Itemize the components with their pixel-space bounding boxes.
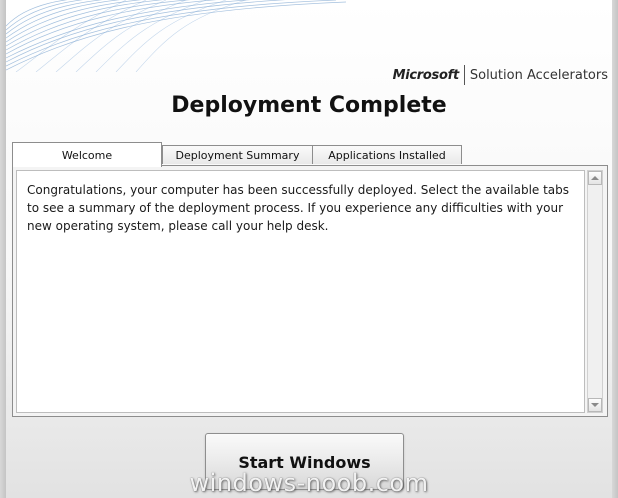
welcome-message: Congratulations, your computer has been … [27,183,570,233]
chevron-up-icon [591,176,599,180]
page-title: Deployment Complete [171,93,447,118]
tab-welcome[interactable]: Welcome [12,142,162,167]
solution-accelerators-text: Solution Accelerators [469,67,608,83]
microsoft-logo-text: Microsoft [392,67,460,83]
window-frame-right [612,0,618,498]
chevron-down-icon [591,403,599,407]
scroll-down-button[interactable] [588,398,602,412]
tab-content-panel: Congratulations, your computer has been … [12,165,608,417]
brand-separator [463,65,465,85]
tab-deployment-summary[interactable]: Deployment Summary [162,145,313,164]
message-textbox[interactable]: Congratulations, your computer has been … [16,170,585,413]
scroll-up-button[interactable] [588,171,602,185]
brand-logo: Microsoft Solution Accelerators [393,64,608,86]
decorative-swirl-graphic [6,0,346,72]
vertical-scrollbar[interactable] [587,170,603,413]
tab-applications-installed[interactable]: Applications Installed [312,145,462,164]
start-windows-label: Start Windows [238,453,371,472]
scroll-track[interactable] [588,185,602,398]
start-windows-button[interactable]: Start Windows [205,433,404,490]
window-frame-left [0,0,6,498]
